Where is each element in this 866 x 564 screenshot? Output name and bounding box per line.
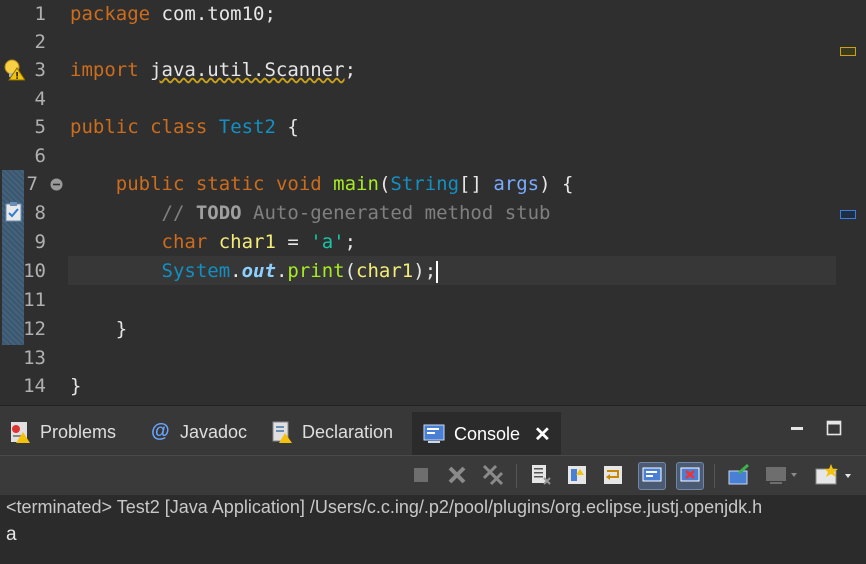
line-number-gutter: 1 2 3 4 5 6 7 8 9 10 11 12 13 14 (0, 0, 63, 405)
code-line-3: import java.util.Scanner; (70, 59, 357, 81)
line-number: 11 (23, 289, 46, 311)
line-number: 13 (23, 347, 46, 369)
line-number: 9 (34, 231, 46, 253)
line-number: 5 (34, 116, 46, 138)
line-number: 14 (23, 375, 46, 397)
maximize-icon[interactable] (826, 420, 842, 440)
console-icon (422, 422, 446, 446)
terminate-icon[interactable] (408, 462, 434, 488)
fold-collapse-icon[interactable] (50, 176, 63, 195)
show-on-stdout-icon[interactable] (638, 462, 666, 490)
tab-label: Console (454, 423, 521, 444)
code-line-12: } (115, 318, 128, 340)
code-line-10: System.out.print(char1); (161, 260, 439, 283)
code-line-9: char char1 = 'a'; (161, 231, 357, 253)
display-selected-console-icon[interactable] (762, 462, 802, 488)
tab-console[interactable]: Console ✕ (412, 412, 561, 456)
line-number: 7 (26, 173, 38, 195)
remove-all-terminated-icon[interactable] (480, 462, 506, 488)
close-tab-icon[interactable]: ✕ (534, 422, 551, 447)
line-number: 10 (23, 260, 46, 282)
javadoc-icon: @ (150, 421, 170, 442)
line-number: 2 (34, 31, 46, 53)
code-line-7: public static void main(String[] args) { (115, 173, 574, 195)
console-output-area[interactable]: <terminated> Test2 [Java Application] /U… (0, 495, 866, 564)
code-line-8: // TODO Auto-generated method stub (161, 202, 551, 224)
tab-label: Problems (40, 421, 117, 442)
open-console-icon[interactable] (812, 462, 856, 488)
task-marker-icon[interactable] (4, 201, 24, 227)
tab-declaration[interactable]: Declaration (270, 412, 393, 452)
overview-warning-marker[interactable] (840, 47, 856, 56)
line-number: 4 (34, 88, 46, 110)
console-toolbar (0, 455, 866, 496)
declaration-icon (270, 420, 294, 444)
minimize-icon[interactable] (790, 420, 804, 439)
toolbar-divider (516, 464, 517, 488)
line-number: 1 (34, 3, 46, 25)
bottom-panel: Problems @ Javadoc Declaration Console ✕ (0, 405, 866, 564)
scroll-lock-icon[interactable] (564, 462, 590, 488)
word-wrap-icon[interactable] (600, 462, 626, 488)
problems-icon (8, 420, 32, 444)
show-on-stderr-icon[interactable] (676, 462, 704, 490)
toolbar-divider (714, 464, 715, 488)
tab-label: Javadoc (180, 421, 248, 442)
code-line-1: package com.tom10; (70, 3, 276, 25)
tab-problems[interactable]: Problems (8, 412, 116, 452)
code-editor[interactable]: 1 2 3 4 5 6 7 8 9 10 11 12 13 14 package… (0, 0, 866, 405)
pin-console-icon[interactable] (726, 462, 752, 488)
remove-launch-icon[interactable] (444, 462, 470, 488)
line-number: 6 (34, 145, 46, 167)
panel-tab-bar: Problems @ Javadoc Declaration Console ✕ (0, 405, 866, 456)
quickfix-warning-icon[interactable] (3, 58, 26, 86)
code-line-5: public class Test2 { (70, 116, 299, 138)
tab-javadoc[interactable]: @ Javadoc (148, 412, 247, 452)
tab-label: Declaration (302, 421, 394, 442)
console-status-line: <terminated> Test2 [Java Application] /U… (6, 497, 763, 517)
console-output-text: a (6, 524, 17, 545)
overview-task-marker[interactable] (840, 210, 856, 219)
text-caret (436, 260, 439, 283)
code-line-14: } (70, 375, 82, 397)
clear-console-icon[interactable] (528, 462, 554, 488)
line-number: 12 (23, 318, 46, 340)
